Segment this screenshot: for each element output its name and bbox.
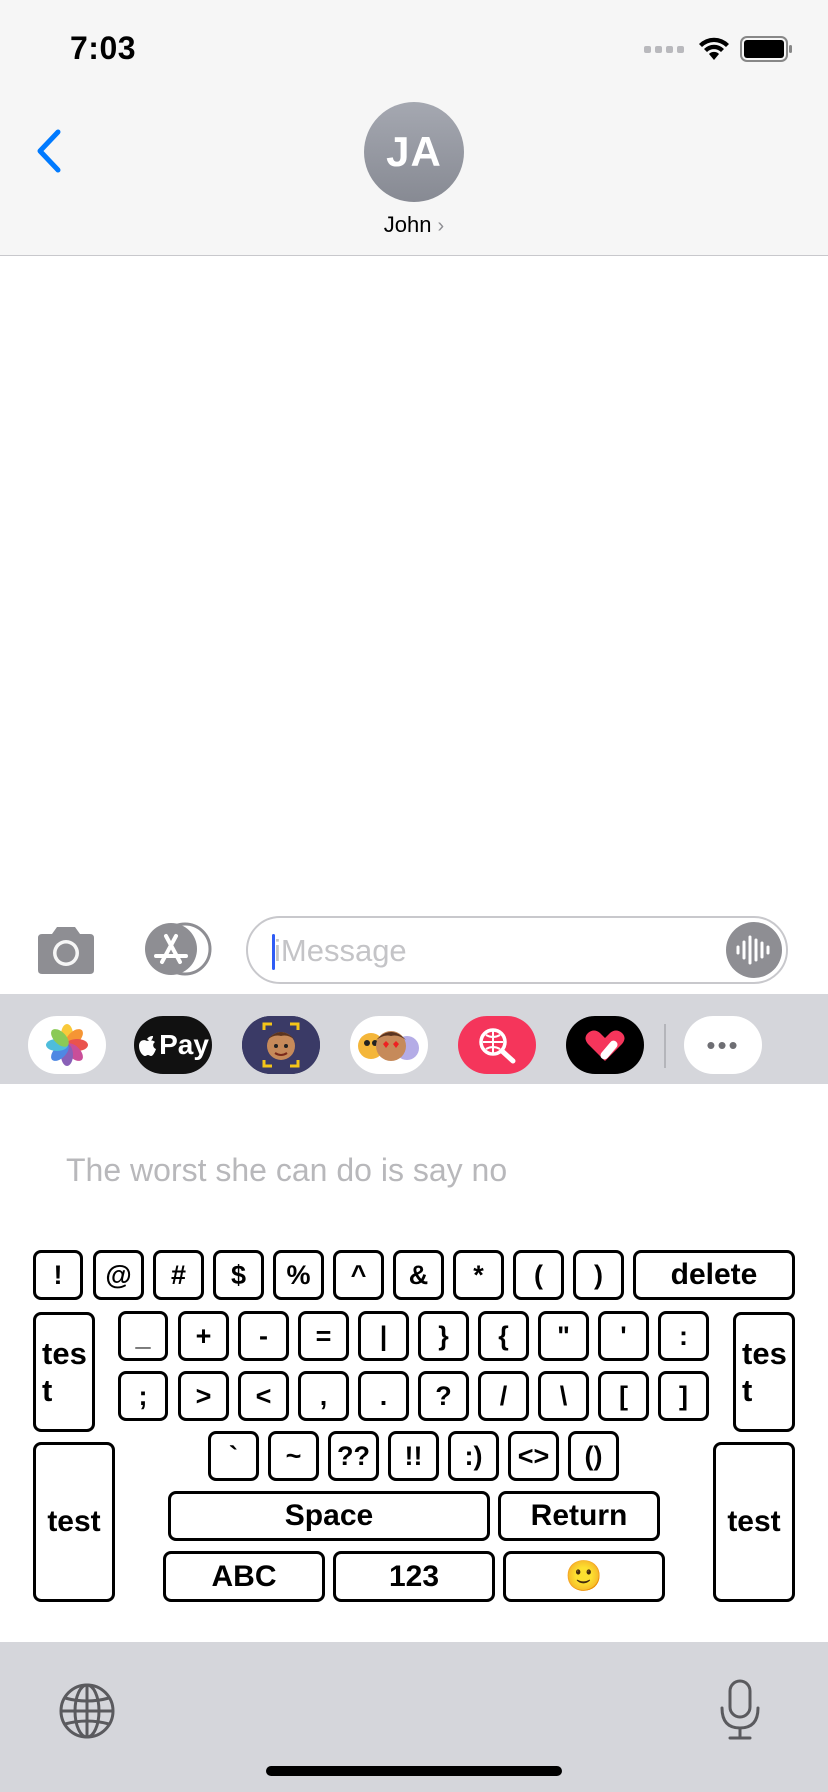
audio-message-button[interactable] xyxy=(726,922,782,978)
space-key[interactable]: Space xyxy=(168,1491,490,1541)
key-close-brace[interactable]: } xyxy=(418,1311,469,1361)
wifi-icon xyxy=(699,37,729,60)
home-indicator[interactable] xyxy=(266,1766,562,1776)
key-minus[interactable]: - xyxy=(238,1311,289,1361)
key-tilde[interactable]: ~ xyxy=(268,1431,319,1481)
key-open-paren[interactable]: ( xyxy=(513,1250,564,1300)
app-strip-divider xyxy=(664,1024,666,1068)
globe-icon[interactable] xyxy=(58,1682,116,1740)
key-greater-than[interactable]: > xyxy=(178,1371,229,1421)
cellular-signal-icon xyxy=(644,45,684,53)
key-period[interactable]: . xyxy=(358,1371,409,1421)
key-close-bracket[interactable]: ] xyxy=(658,1371,709,1421)
back-chevron-icon[interactable] xyxy=(30,126,70,176)
test-key-right-small[interactable]: test xyxy=(733,1312,795,1432)
key-slash[interactable]: / xyxy=(478,1371,529,1421)
return-key[interactable]: Return xyxy=(498,1491,660,1541)
contact-name-button[interactable]: John › xyxy=(0,212,828,238)
key-semicolon[interactable]: ; xyxy=(118,1371,168,1421)
memoji-icon xyxy=(242,1016,320,1074)
message-input[interactable] xyxy=(274,928,714,974)
apple-logo-icon xyxy=(139,1036,157,1056)
status-time: 7:03 xyxy=(70,30,137,66)
key-percent[interactable]: % xyxy=(273,1250,324,1300)
key-double-exclamation[interactable]: !! xyxy=(388,1431,439,1481)
key-backtick[interactable]: ` xyxy=(208,1431,259,1481)
keyboard-suggestion-text[interactable]: The worst she can do is say no xyxy=(66,1152,507,1189)
key-equals[interactable]: = xyxy=(298,1311,349,1361)
key-asterisk[interactable]: * xyxy=(453,1250,504,1300)
memoji-stickers-icon xyxy=(358,1031,419,1061)
test-key-left-large[interactable]: test xyxy=(33,1442,115,1602)
key-plus[interactable]: + xyxy=(178,1311,229,1361)
more-apps-icon: ••• xyxy=(706,1029,740,1060)
apple-pay-app-button[interactable]: Pay xyxy=(134,1016,212,1074)
key-ampersand[interactable]: & xyxy=(393,1250,444,1300)
emoji-key[interactable]: 🙂 xyxy=(503,1551,665,1602)
waveform-icon xyxy=(736,935,770,965)
key-single-quote[interactable]: ' xyxy=(598,1311,649,1361)
key-close-paren[interactable]: ) xyxy=(573,1250,624,1300)
delete-key[interactable]: delete xyxy=(633,1250,795,1300)
image-search-app-button[interactable] xyxy=(458,1016,536,1074)
camera-icon[interactable] xyxy=(34,924,98,976)
message-input-field[interactable] xyxy=(246,916,788,984)
key-pipe[interactable]: | xyxy=(358,1311,409,1361)
key-dollar[interactable]: $ xyxy=(213,1250,264,1300)
key-angle-pair[interactable]: <> xyxy=(508,1431,559,1481)
imessage-app-strip: Pay ••• xyxy=(0,994,828,1084)
apple-pay-icon: Pay xyxy=(137,1029,209,1061)
photos-icon xyxy=(46,1024,88,1066)
contact-avatar[interactable]: JA xyxy=(364,102,464,202)
key-smiley-text[interactable]: :) xyxy=(448,1431,499,1481)
chevron-right-icon: › xyxy=(437,215,445,237)
abc-key[interactable]: ABC xyxy=(163,1551,325,1602)
battery-icon xyxy=(740,36,792,62)
key-double-question[interactable]: ?? xyxy=(328,1431,379,1481)
memoji-app-button[interactable] xyxy=(242,1016,320,1074)
more-apps-button[interactable]: ••• xyxy=(684,1016,762,1074)
key-double-quote[interactable]: " xyxy=(538,1311,589,1361)
conversation-header: 7:03 JA John › xyxy=(0,0,828,256)
key-underscore[interactable]: _ xyxy=(118,1311,168,1361)
key-less-than[interactable]: < xyxy=(238,1371,289,1421)
test-key-right-large[interactable]: test xyxy=(713,1442,795,1602)
status-icons xyxy=(644,36,794,62)
key-at[interactable]: @ xyxy=(93,1250,144,1300)
digital-touch-app-button[interactable] xyxy=(566,1016,644,1074)
test-key-left-small[interactable]: test xyxy=(33,1312,95,1432)
contact-name: John xyxy=(383,212,432,237)
memoji-stickers-app-button[interactable] xyxy=(350,1016,428,1074)
numbers-key[interactable]: 123 xyxy=(333,1551,495,1602)
key-caret[interactable]: ^ xyxy=(333,1250,384,1300)
key-backslash[interactable]: \ xyxy=(538,1371,589,1421)
microphone-icon[interactable] xyxy=(718,1678,762,1742)
key-exclamation[interactable]: ! xyxy=(33,1250,83,1300)
image-search-icon xyxy=(479,1028,516,1064)
key-hash[interactable]: # xyxy=(153,1250,204,1300)
key-open-bracket[interactable]: [ xyxy=(598,1371,649,1421)
key-question[interactable]: ? xyxy=(418,1371,469,1421)
photos-app-button[interactable] xyxy=(28,1016,106,1074)
key-colon[interactable]: : xyxy=(658,1311,709,1361)
key-comma[interactable]: , xyxy=(298,1371,349,1421)
app-store-icon[interactable] xyxy=(140,922,214,976)
digital-touch-icon xyxy=(585,1030,625,1061)
key-paren-pair[interactable]: () xyxy=(568,1431,619,1481)
key-open-brace[interactable]: { xyxy=(478,1311,529,1361)
